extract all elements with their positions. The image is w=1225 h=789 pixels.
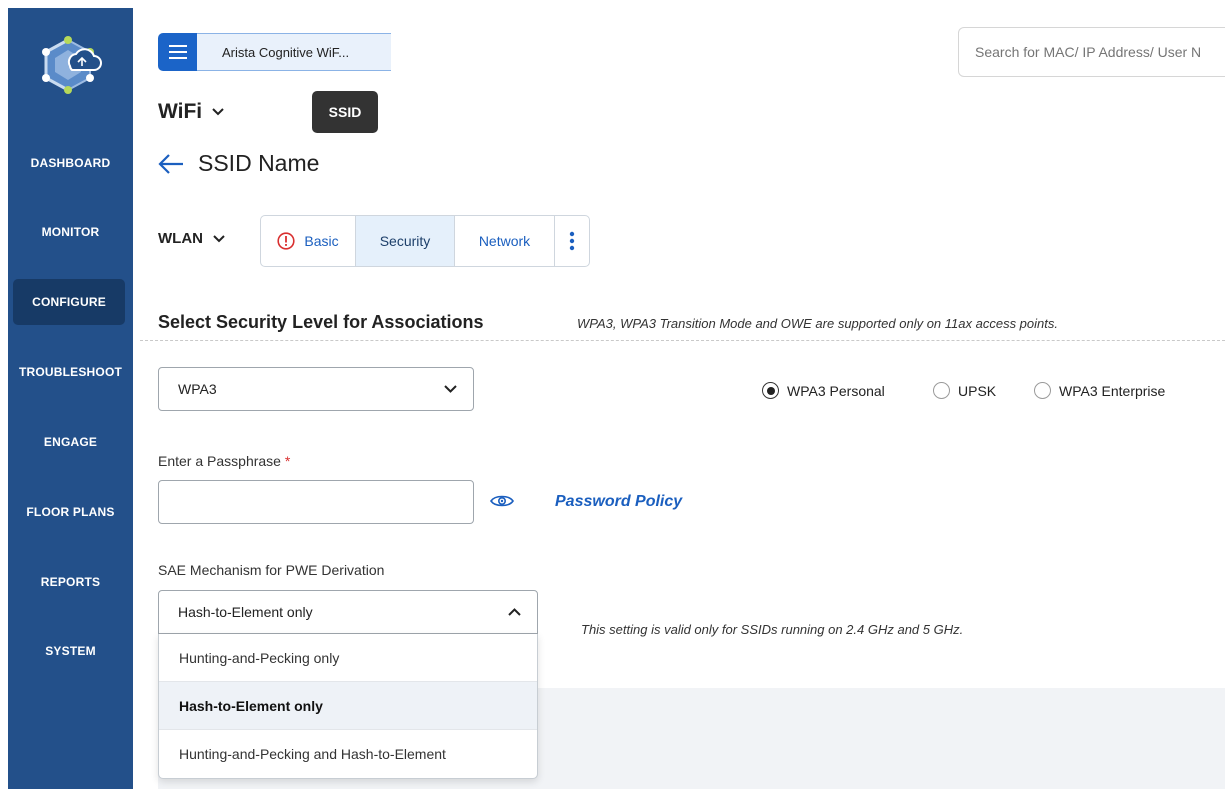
- radio-upsk-label: UPSK: [958, 382, 997, 399]
- wlan-label: WLAN: [158, 230, 203, 247]
- wifi-section-label: WiFi: [158, 100, 203, 123]
- section-divider: [140, 340, 1225, 341]
- radio-upsk[interactable]: UPSK: [933, 382, 996, 399]
- sidebar: DASHBOARD MONITOR CONFIGURE TROUBLESHOOT…: [8, 8, 133, 789]
- app-logo-icon[interactable]: [28, 32, 108, 102]
- nav-configure[interactable]: CONFIGURE: [13, 279, 125, 325]
- nav-system[interactable]: SYSTEM: [8, 628, 133, 674]
- passphrase-label-text: Enter a Passphrase: [158, 453, 281, 469]
- config-tabs: Basic Security Network: [260, 215, 590, 267]
- page-header: SSID Name: [158, 150, 319, 177]
- tab-basic-label: Basic: [304, 233, 339, 249]
- alert-circle-icon: [277, 232, 295, 250]
- back-arrow-icon[interactable]: [158, 153, 184, 174]
- sae-option-hash-to-element[interactable]: Hash-to-Element only: [159, 682, 537, 730]
- radio-wpa3-enterprise[interactable]: WPA3 Enterprise: [1034, 382, 1165, 399]
- radio-unchecked-icon: [1034, 382, 1051, 399]
- sae-option-both[interactable]: Hunting-and-Pecking and Hash-to-Element: [159, 730, 537, 778]
- security-level-select[interactable]: WPA3: [158, 367, 474, 411]
- radio-wpa3-personal-label: WPA3 Personal: [787, 382, 885, 399]
- wlan-dropdown[interactable]: WLAN: [158, 230, 225, 247]
- radio-wpa3-personal[interactable]: WPA3 Personal: [762, 382, 885, 399]
- radio-unchecked-icon: [933, 382, 950, 399]
- hamburger-icon: [168, 45, 187, 59]
- sae-options-dropdown: Hunting-and-Pecking only Hash-to-Element…: [158, 634, 538, 779]
- tab-network[interactable]: Network: [455, 216, 555, 266]
- nav-reports[interactable]: REPORTS: [8, 559, 133, 605]
- more-tabs-button[interactable]: [555, 216, 589, 266]
- sae-selected-value: Hash-to-Element only: [178, 604, 313, 620]
- page-title: SSID Name: [198, 150, 320, 176]
- passphrase-label: Enter a Passphrase *: [158, 453, 290, 469]
- breadcrumb-label: Arista Cognitive WiF...: [222, 44, 350, 60]
- radio-checked-icon: [762, 382, 779, 399]
- breadcrumb: Arista Cognitive WiF...: [158, 33, 391, 71]
- chevron-up-icon: [508, 608, 521, 616]
- nav-monitor[interactable]: MONITOR: [8, 209, 133, 255]
- sae-label: SAE Mechanism for PWE Derivation: [158, 562, 385, 578]
- security-level-value: WPA3: [178, 381, 217, 397]
- required-mark: *: [284, 453, 291, 469]
- tab-security[interactable]: Security: [356, 216, 455, 266]
- nav-troubleshoot[interactable]: TROUBLESHOOT: [8, 349, 133, 395]
- wifi-section-dropdown[interactable]: WiFi: [158, 100, 224, 124]
- section-title: Select Security Level for Associations: [158, 312, 484, 332]
- eye-icon[interactable]: [490, 493, 514, 509]
- search-input[interactable]: [958, 27, 1225, 77]
- passphrase-input[interactable]: [158, 480, 474, 524]
- tab-basic[interactable]: Basic: [261, 216, 356, 266]
- chevron-down-icon: [213, 234, 225, 242]
- password-policy-link[interactable]: Password Policy: [555, 493, 682, 511]
- sae-note: This setting is valid only for SSIDs run…: [581, 622, 964, 637]
- hamburger-menu-button[interactable]: [158, 33, 197, 71]
- breadcrumb-location[interactable]: Arista Cognitive WiF...: [197, 33, 391, 71]
- chevron-down-icon: [444, 385, 457, 393]
- nav-floor-plans[interactable]: FLOOR PLANS: [8, 489, 133, 535]
- radio-wpa3-enterprise-label: WPA3 Enterprise: [1059, 382, 1166, 399]
- nav-dashboard[interactable]: DASHBOARD: [8, 140, 133, 186]
- sae-mechanism-select[interactable]: Hash-to-Element only: [158, 590, 538, 634]
- nav-engage[interactable]: ENGAGE: [8, 419, 133, 465]
- more-vertical-icon: [569, 231, 575, 251]
- sae-option-hunting-pecking[interactable]: Hunting-and-Pecking only: [159, 634, 537, 682]
- ssid-badge: SSID: [312, 91, 378, 133]
- section-note: WPA3, WPA3 Transition Mode and OWE are s…: [577, 316, 1058, 331]
- chevron-down-icon: [212, 108, 224, 116]
